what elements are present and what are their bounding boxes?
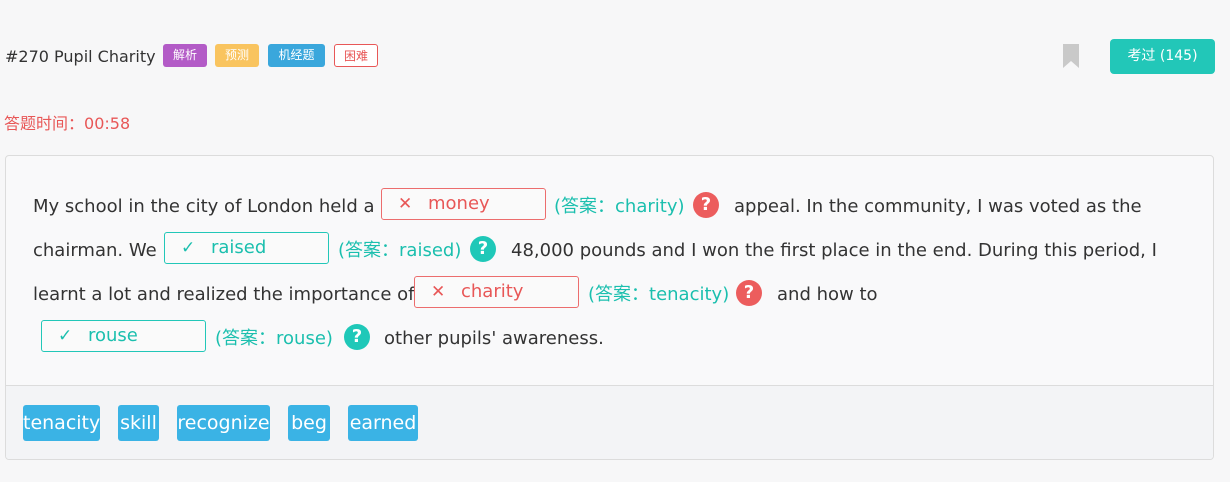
passage-text: learnt a lot and realized the importance… <box>33 284 415 305</box>
answer-text: (答案：tenacity) <box>588 284 730 305</box>
passage-text: chairman. We <box>33 240 157 261</box>
word-chip[interactable]: earned <box>348 405 418 441</box>
answer-text: (答案：rouse) <box>215 328 333 349</box>
question-title: #270 Pupil Charity <box>5 47 156 66</box>
check-icon: ✓ <box>181 238 196 258</box>
passage-text: other pupils' awareness. <box>384 328 604 349</box>
answer-timer: 答题时间：00:58 <box>4 110 130 134</box>
question-panel: My school in the city of London held a ✕… <box>5 155 1214 460</box>
passage-text: appeal. In the community, I was voted as… <box>734 196 1142 217</box>
timer-label: 答题时间： <box>4 114 85 133</box>
blank-4[interactable]: ✓ rouse <box>41 320 206 352</box>
passage: My school in the city of London held a ✕… <box>6 156 1213 386</box>
bookmark-icon[interactable] <box>1062 43 1080 69</box>
cross-icon: ✕ <box>398 194 413 214</box>
help-icon[interactable]: ? <box>693 192 719 218</box>
passage-text: My school in the city of London held a <box>33 196 375 217</box>
word-chip[interactable]: recognize <box>177 405 270 441</box>
word-chip[interactable]: beg <box>288 405 330 441</box>
passage-text: 48,000 pounds and I won the first place … <box>511 240 1157 261</box>
passed-count-button[interactable]: 考过 (145) <box>1110 39 1215 74</box>
word-chip[interactable]: tenacity <box>23 405 100 441</box>
word-chip[interactable]: skill <box>118 405 159 441</box>
answer-text: (答案：raised) <box>338 240 462 261</box>
tag-analysis[interactable]: 解析 <box>163 44 207 67</box>
help-icon[interactable]: ? <box>344 324 370 350</box>
blank-value: charity <box>461 281 524 302</box>
help-icon[interactable]: ? <box>470 236 496 262</box>
help-icon[interactable]: ? <box>736 280 762 306</box>
passage-text: and how to <box>777 284 878 305</box>
blank-1[interactable]: ✕ money <box>381 188 546 220</box>
cross-icon: ✕ <box>431 282 446 302</box>
tag-difficulty: 困难 <box>334 44 378 67</box>
timer-value: 00:58 <box>84 114 131 133</box>
tag-exam-question[interactable]: 机经题 <box>268 44 325 67</box>
answer-text: (答案：charity) <box>554 196 685 217</box>
blank-value: raised <box>211 237 267 258</box>
blank-value: money <box>428 193 490 214</box>
blank-2[interactable]: ✓ raised <box>164 232 329 264</box>
tag-prediction[interactable]: 预测 <box>215 44 259 67</box>
blank-3[interactable]: ✕ charity <box>414 276 579 308</box>
question-header: #270 Pupil Charity 解析 预测 机经题 困难 考过 (145) <box>0 38 1230 76</box>
check-icon: ✓ <box>58 326 73 346</box>
word-bank: tenacity skill recognize beg earned <box>6 386 1213 459</box>
blank-value: rouse <box>88 325 138 346</box>
